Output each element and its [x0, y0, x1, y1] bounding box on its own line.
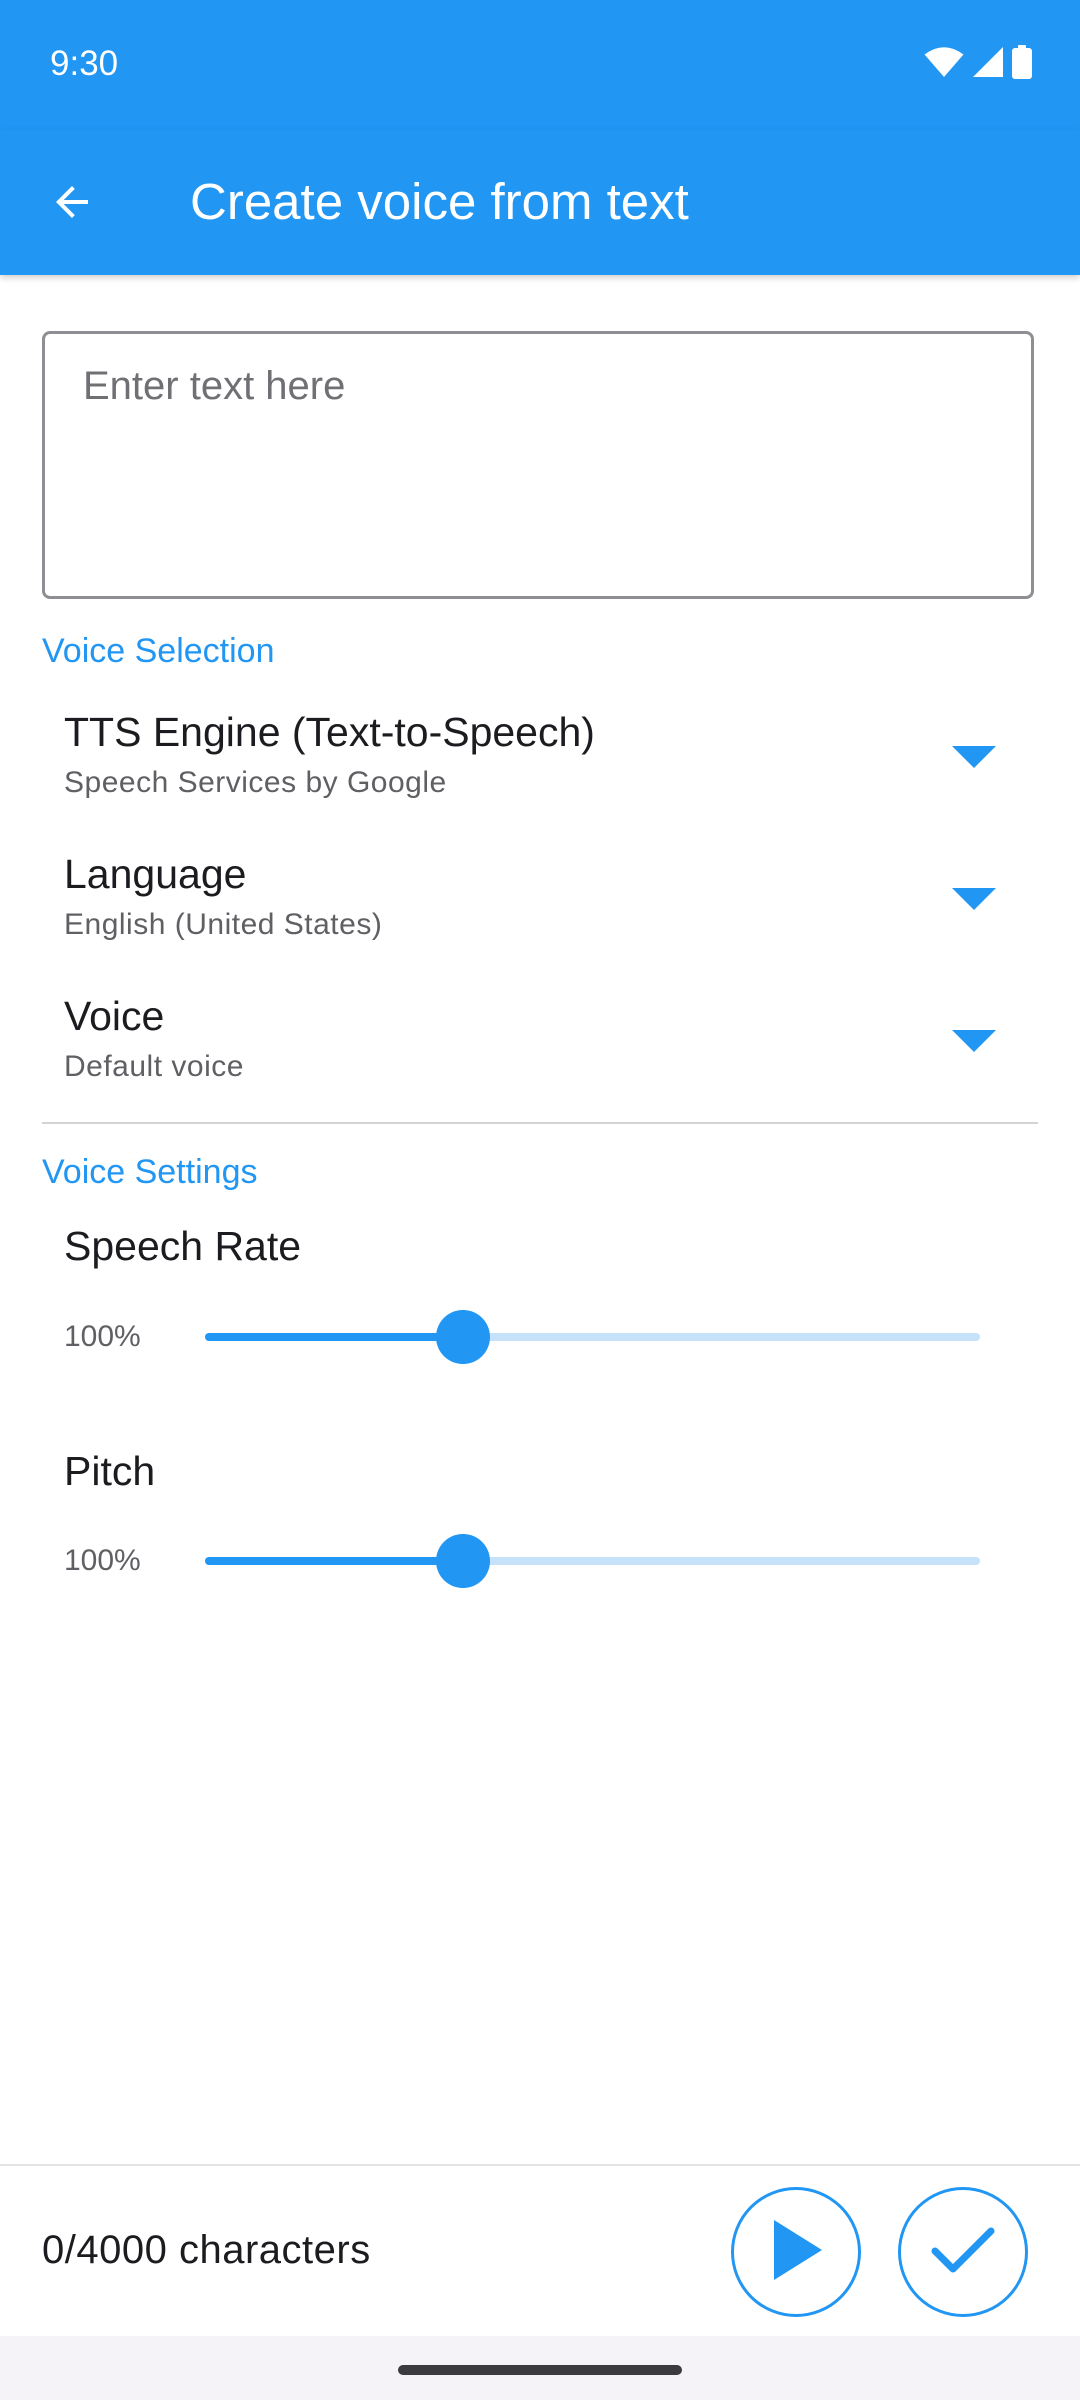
speech-rate-value: 100%	[64, 1320, 141, 1353]
speech-rate-slider[interactable]	[205, 1307, 980, 1367]
pitch-label: Pitch	[64, 1448, 156, 1494]
speech-rate-label: Speech Rate	[64, 1223, 302, 1269]
text-input[interactable]	[42, 331, 1034, 599]
check-icon	[930, 2225, 996, 2280]
play-icon	[766, 2218, 826, 2287]
voice-settings-header: Voice Settings	[42, 1153, 258, 1191]
back-button[interactable]	[30, 162, 114, 246]
status-icons	[924, 44, 1032, 84]
confirm-button[interactable]	[898, 2187, 1028, 2317]
tts-engine-label: TTS Engine (Text-to-Speech)	[64, 709, 595, 755]
page-title: Create voice from text	[190, 173, 689, 230]
tts-engine-value: Speech Services by Google	[64, 766, 447, 799]
language-value: English (United States)	[64, 908, 383, 941]
dropdown-arrow-icon	[952, 888, 996, 910]
battery-icon	[1012, 44, 1032, 84]
voice-label: Voice	[64, 993, 165, 1039]
dropdown-arrow-icon	[952, 746, 996, 768]
dropdown-arrow-icon	[952, 1030, 996, 1052]
cellular-signal-icon	[972, 46, 1004, 83]
voice-value: Default voice	[64, 1050, 244, 1083]
voice-dropdown[interactable]: Voice Default voice	[0, 978, 1080, 1106]
voice-selection-header: Voice Selection	[42, 632, 275, 670]
pitch-slider[interactable]	[205, 1531, 980, 1591]
slider-thumb[interactable]	[436, 1310, 491, 1364]
tts-engine-dropdown[interactable]: TTS Engine (Text-to-Speech) Speech Servi…	[0, 694, 1080, 822]
section-divider	[42, 1122, 1038, 1124]
bottom-panel: 0/4000 characters	[0, 2164, 1080, 2336]
language-dropdown[interactable]: Language English (United States)	[0, 836, 1080, 964]
app-bar: Create voice from text	[0, 130, 1080, 275]
character-counter: 0/4000 characters	[42, 2228, 371, 2272]
slider-thumb[interactable]	[436, 1534, 491, 1588]
wifi-icon	[924, 46, 964, 83]
slider-fill	[205, 1557, 464, 1565]
home-indicator[interactable]	[398, 2365, 682, 2375]
slider-fill	[205, 1333, 464, 1341]
language-label: Language	[64, 851, 247, 897]
pitch-value: 100%	[64, 1544, 141, 1577]
play-button[interactable]	[731, 2187, 861, 2317]
status-bar: 9:30	[0, 0, 1080, 130]
status-time: 9:30	[50, 44, 119, 83]
arrow-back-icon	[48, 178, 96, 231]
navigation-bar	[0, 2336, 1080, 2400]
